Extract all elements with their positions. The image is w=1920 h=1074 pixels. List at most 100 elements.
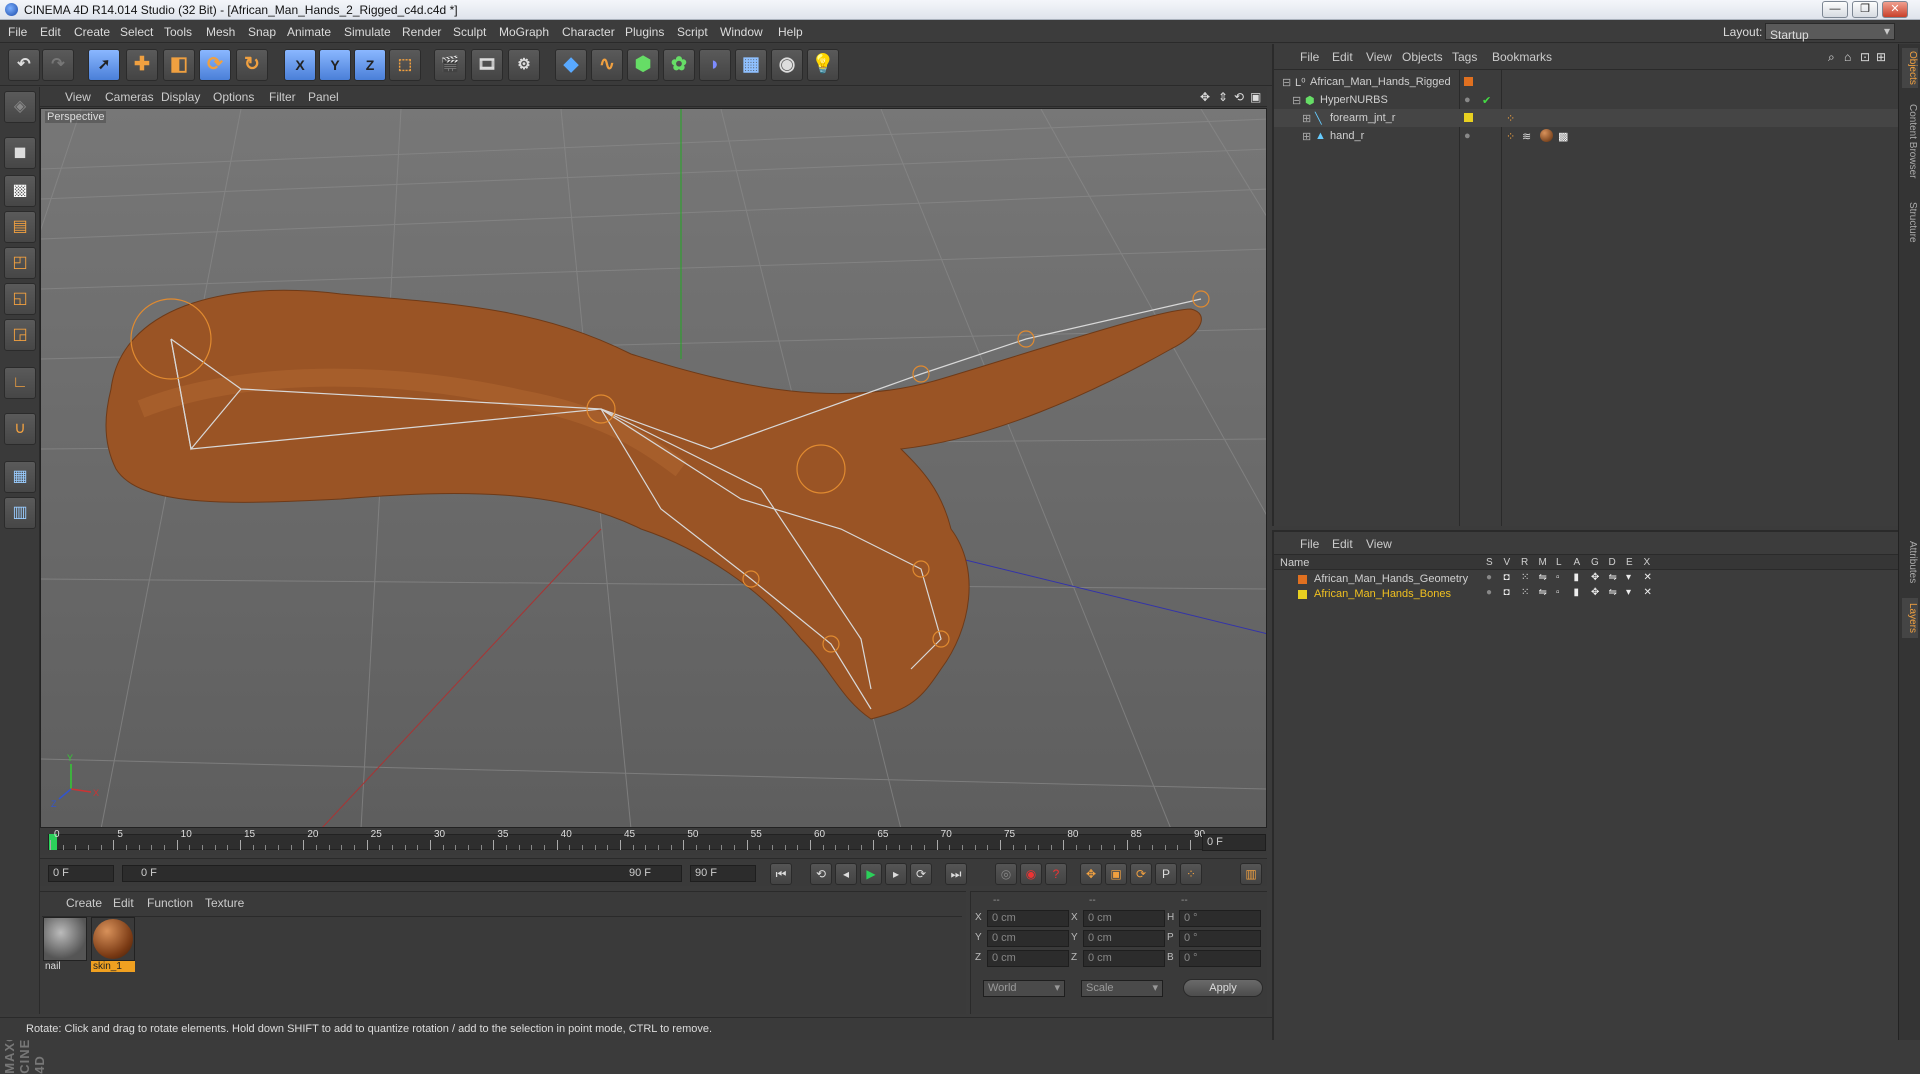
mat-menu-texture[interactable]: Texture [205,896,244,910]
visibility-dot-icon[interactable]: ● [1464,130,1471,142]
snap-magnet-icon[interactable]: ∪ [4,413,36,445]
layer-toggle-icon[interactable]: ◘ [1504,572,1510,583]
menu-create[interactable]: Create [74,25,110,39]
layer-color-swatch[interactable] [1298,590,1307,599]
skin-tag-icon[interactable]: ≋ [1522,130,1531,143]
make-editable-icon[interactable]: ◈ [4,91,36,123]
vp-menu-panel[interactable]: Panel [308,90,339,104]
coord-value-field[interactable]: 0 ° [1179,910,1261,927]
goto-start-icon[interactable]: ⏮ [770,863,792,885]
om-menu-bookmarks[interactable]: Bookmarks [1492,50,1552,64]
points-mode-icon[interactable]: ◰ [4,247,36,279]
vp-maximize-icon[interactable]: ▣ [1250,90,1261,104]
tab-content-browser[interactable]: Content Browser [1902,96,1918,186]
record-keys-icon[interactable]: ◎ [995,863,1017,885]
menu-mograph[interactable]: MoGraph [499,25,549,39]
vp-menu-cameras[interactable]: Cameras [105,90,154,104]
coord-value-field[interactable]: 0 ° [1179,930,1261,947]
layer-toggle-icon[interactable]: ✕ [1644,587,1652,598]
restore-button[interactable]: ❐ [1852,1,1878,18]
coordinate-system-icon[interactable]: ⬚ [389,49,421,81]
layer-toggle-icon[interactable]: ✥ [1591,587,1599,598]
lm-menu-view[interactable]: View [1366,537,1392,551]
x-axis-lock-button[interactable]: X [284,49,316,81]
y-axis-lock-button[interactable]: Y [319,49,351,81]
collapse-icon[interactable]: ⊟ [1282,76,1291,89]
layer-col-g[interactable]: G [1591,557,1599,568]
layer-toggle-icon[interactable]: ▾ [1626,587,1631,598]
nurbs-icon[interactable]: ⬢ [627,49,659,81]
ik-tag-icon[interactable]: ⁘ [1506,112,1515,125]
render-settings-icon[interactable]: ⚙ [508,49,540,81]
vp-menu-display[interactable]: Display [161,90,200,104]
layer-col-s[interactable]: S [1486,557,1493,568]
menu-tools[interactable]: Tools [164,25,192,39]
layer-toggle-icon[interactable]: ✥ [1591,572,1599,583]
texture-mode-icon[interactable]: ▩ [4,175,36,207]
live-selection-icon[interactable]: ➚ [88,49,120,81]
start-frame-field[interactable]: 0 F [48,865,114,882]
layer-toggle-icon[interactable]: ▾ [1626,572,1631,583]
goto-previous-key-icon[interactable]: ⟲ [810,863,832,885]
key-parameter-icon[interactable]: P [1155,863,1177,885]
vp-move-icon[interactable]: ✥ [1200,90,1210,104]
move-icon[interactable]: ✚ [126,49,158,81]
key-rotation-icon[interactable]: ⟳ [1130,863,1152,885]
close-button[interactable]: ✕ [1882,1,1908,18]
menu-mesh[interactable]: Mesh [206,25,235,39]
object-row[interactable]: ⊟ L⁰ African_Man_Hands_Rigged [1274,73,1900,91]
floor-icon[interactable]: ▦ [735,49,767,81]
coord-transform-select[interactable]: Scale ▾ [1081,980,1163,997]
cube-object-icon[interactable]: ◆ [555,49,587,81]
axis-mode-icon[interactable]: ∟ [4,367,36,399]
menu-edit[interactable]: Edit [40,25,61,39]
polygons-mode-icon[interactable]: ◲ [4,319,36,351]
layer-col-m[interactable]: M [1539,557,1547,568]
timeline-window-icon[interactable]: ▥ [1240,863,1262,885]
lm-menu-file[interactable]: File [1300,537,1319,551]
layer-color-swatch[interactable] [1464,77,1473,86]
coord-mode-select[interactable]: World ▾ [983,980,1065,997]
tab-attributes[interactable]: Attributes [1902,534,1918,590]
menu-character[interactable]: Character [562,25,615,39]
tab-layers[interactable]: Layers [1902,598,1918,638]
edges-mode-icon[interactable]: ◱ [4,283,36,315]
expand-icon[interactable]: ⊞ [1302,130,1311,143]
visibility-dot-icon[interactable]: ● [1464,94,1471,106]
goto-end-icon[interactable]: ⏭ [945,863,967,885]
menu-script[interactable]: Script [677,25,708,39]
apply-button[interactable]: Apply [1183,979,1263,997]
workplane-icon[interactable]: ▤ [4,211,36,243]
lm-menu-edit[interactable]: Edit [1332,537,1353,551]
layer-color-swatch[interactable] [1464,113,1473,122]
rotate-icon[interactable]: ⟳ [199,49,231,81]
menu-simulate[interactable]: Simulate [344,25,391,39]
next-frame-icon[interactable]: ▸ [885,863,907,885]
layer-toggle-icon[interactable]: ▫ [1556,572,1560,583]
current-frame-field[interactable]: 0 F [1202,834,1266,851]
goto-next-key-icon[interactable]: ⟳ [910,863,932,885]
3d-viewport[interactable]: Y X Z Perspective [40,108,1267,828]
layer-toggle-icon[interactable]: ⇋ [1539,572,1547,583]
material-swatch[interactable]: skin_1 [91,917,135,973]
layer-toggle-icon[interactable]: ⇋ [1539,587,1547,598]
weight-tag-icon[interactable]: ⁘ [1506,130,1515,143]
menu-select[interactable]: Select [120,25,153,39]
layer-col-e[interactable]: E [1626,557,1633,568]
object-row[interactable]: ⊟ ⬢ HyperNURBS ● ✔ [1274,91,1900,109]
model-mode-icon[interactable]: ◼ [4,137,36,169]
layer-toggle-icon[interactable]: ▮ [1574,572,1580,583]
layer-toggle-icon[interactable]: ● [1486,587,1492,598]
vp-rotate-icon[interactable]: ⟲ [1234,90,1244,104]
play-icon[interactable]: ▶ [860,863,882,885]
layer-color-swatch[interactable] [1298,575,1307,584]
menu-snap[interactable]: Snap [248,25,276,39]
vp-menu-view[interactable]: View [65,90,91,104]
key-position-icon[interactable]: ✥ [1080,863,1102,885]
scale-icon[interactable]: ◧ [163,49,195,81]
om-menu-view[interactable]: View [1366,50,1392,64]
om-menu-objects[interactable]: Objects [1402,50,1443,64]
end-frame-field[interactable]: 90 F [690,865,756,882]
workplane-snap-icon[interactable]: ▦ [4,461,36,493]
render-picture-viewer-icon[interactable]: 🎞 [471,49,503,81]
